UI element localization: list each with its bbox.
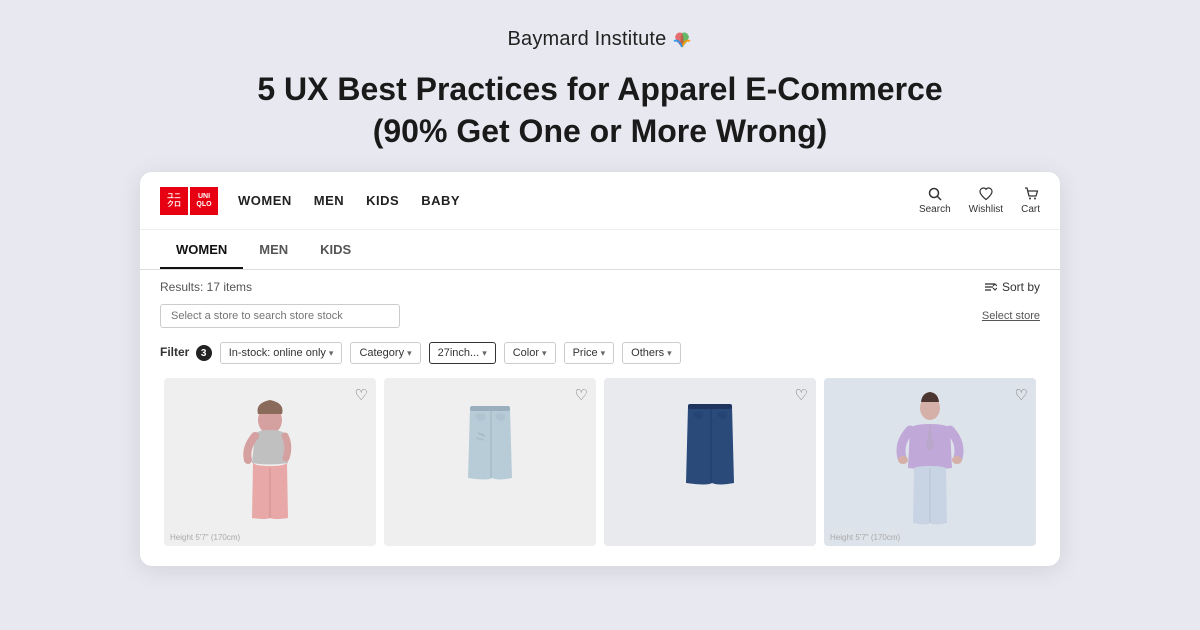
sort-icon: [983, 280, 997, 294]
filter-label[interactable]: Filter 3: [160, 345, 212, 362]
wishlist-icon-1[interactable]: ♡: [355, 386, 368, 404]
product-height-4: Height 5'7" (170cm): [830, 533, 900, 542]
nav-cart[interactable]: Cart: [1021, 186, 1040, 215]
product-figure-3: [604, 378, 816, 546]
product-card-2[interactable]: ♡: [384, 378, 596, 546]
nav-search[interactable]: Search: [919, 186, 951, 215]
filter-chip-price[interactable]: Price ▾: [564, 342, 615, 364]
brand-icon: [671, 29, 693, 51]
tab-kids[interactable]: KIDS: [304, 230, 367, 269]
cart-label: Cart: [1021, 204, 1040, 215]
wishlist-icon-3[interactable]: ♡: [795, 386, 808, 404]
filter-chip-color[interactable]: Color ▾: [504, 342, 556, 364]
uniqlo-logo: ユニクロ UNIQLO: [160, 187, 218, 215]
uniqlo-nav: ユニクロ UNIQLO WOMEN MEN KIDS BABY Search: [140, 172, 1060, 230]
filter-badge: 3: [196, 345, 212, 361]
search-label: Search: [919, 204, 951, 215]
product-height-1: Height 5'7" (170cm): [170, 533, 240, 542]
logo-box-left: ユニクロ: [160, 187, 188, 215]
select-store-link[interactable]: Select store: [982, 310, 1040, 322]
product-card-3[interactable]: ♡: [604, 378, 816, 546]
logo-box-right: UNIQLO: [190, 187, 218, 215]
cart-icon: [1023, 186, 1039, 202]
results-count: Results: 17 items: [160, 280, 252, 294]
nav-link-baby[interactable]: BABY: [421, 193, 460, 208]
page-title: 5 UX Best Practices for Apparel E-Commer…: [250, 69, 950, 152]
heart-icon: [978, 186, 994, 202]
sort-button[interactable]: Sort by: [983, 280, 1040, 294]
brand-logo: Baymard Institute: [507, 28, 692, 51]
store-search-input[interactable]: [160, 304, 400, 328]
filter-chip-category[interactable]: Category ▾: [350, 342, 420, 364]
nav-link-women[interactable]: WOMEN: [238, 193, 292, 208]
product-grid: ♡ Height 5'7" (170cm) ♡: [140, 374, 1060, 566]
main-nav-links: WOMEN MEN KIDS BABY: [238, 193, 919, 208]
nav-link-men[interactable]: MEN: [314, 193, 344, 208]
filter-bar: Filter 3 In-stock: online only ▾ Categor…: [140, 336, 1060, 374]
filter-chip-size[interactable]: 27inch... ▾: [429, 342, 496, 364]
sub-tabs: WOMEN MEN KIDS: [140, 230, 1060, 270]
search-icon: [927, 186, 943, 202]
product-figure-2: [384, 378, 596, 546]
results-bar: Results: 17 items Sort by: [140, 270, 1060, 300]
tab-men[interactable]: MEN: [243, 230, 304, 269]
product-figure-4: [824, 378, 1036, 546]
page-header: Baymard Institute 5 UX Best Practices fo…: [0, 0, 1200, 172]
nav-wishlist[interactable]: Wishlist: [969, 186, 1003, 215]
wishlist-icon-2[interactable]: ♡: [575, 386, 588, 404]
wishlist-icon-4[interactable]: ♡: [1015, 386, 1028, 404]
tab-women[interactable]: WOMEN: [160, 230, 243, 269]
filter-chip-others[interactable]: Others ▾: [622, 342, 681, 364]
product-figure-1: [164, 378, 376, 546]
store-search-bar: Select store: [140, 300, 1060, 336]
product-card-4[interactable]: ♡ Height: [824, 378, 1036, 546]
main-card: ユニクロ UNIQLO WOMEN MEN KIDS BABY Search: [140, 172, 1060, 566]
filter-chip-instock[interactable]: In-stock: online only ▾: [220, 342, 343, 364]
brand-name: Baymard Institute: [507, 28, 666, 51]
sort-label: Sort by: [1002, 280, 1040, 294]
nav-link-kids[interactable]: KIDS: [366, 193, 399, 208]
nav-actions: Search Wishlist Cart: [919, 186, 1040, 215]
product-card-1[interactable]: ♡ Height 5'7" (170cm): [164, 378, 376, 546]
wishlist-label: Wishlist: [969, 204, 1003, 215]
